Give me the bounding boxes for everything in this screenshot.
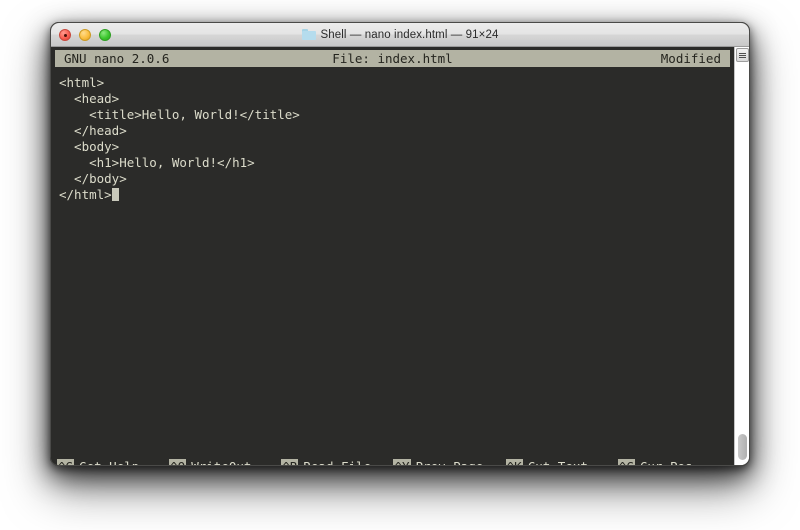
shortcut-label: Prev Page (415, 458, 484, 466)
code-line: <body> (59, 139, 120, 154)
nano-status-bar: GNU nano 2.0.6 File: index.html Modified (55, 50, 730, 67)
shortcut-item[interactable]: ^R Read File (279, 458, 391, 466)
terminal-window: Shell — nano index.html — 91×24 GNU nano… (50, 22, 750, 466)
minimize-button[interactable] (79, 29, 91, 41)
nano-editor[interactable]: GNU nano 2.0.6 File: index.html Modified… (51, 47, 734, 465)
shortcut-label: WriteOut (191, 458, 252, 466)
shortcut-key: ^G (57, 458, 75, 465)
terminal-scrollbar[interactable] (734, 47, 749, 465)
nano-modified-flag: Modified (660, 51, 721, 66)
nano-shortcut-bar: ^G Get Help ^O WriteOut ^R Read File ^Y Prev Pa… (55, 426, 728, 465)
code-line: <h1>Hello, World!</h1> (59, 155, 255, 170)
window-title-group: Shell — nano index.html — 91×24 (51, 29, 749, 41)
shortcut-item[interactable]: ^Y Prev Page (391, 458, 503, 466)
shortcut-key: ^Y (393, 458, 411, 465)
code-line: <head> (59, 91, 120, 106)
lines-icon[interactable] (736, 48, 749, 62)
window-titlebar[interactable]: Shell — nano index.html — 91×24 (51, 23, 749, 47)
code-line: </body> (59, 171, 127, 186)
close-button[interactable] (59, 29, 71, 41)
folder-icon (301, 29, 316, 40)
shortcut-row-primary: ^G Get Help ^O WriteOut ^R Read File ^Y Prev Pa… (55, 458, 728, 466)
window-title: Shell — nano index.html — 91×24 (320, 28, 499, 41)
text-cursor (111, 188, 119, 201)
terminal-body: GNU nano 2.0.6 File: index.html Modified… (51, 47, 749, 465)
shortcut-key: ^K (505, 458, 523, 465)
shortcut-item[interactable]: ^G Get Help (55, 458, 167, 466)
code-line: </html> (59, 187, 728, 203)
code-line: <html> (59, 75, 105, 90)
maximize-button[interactable] (99, 29, 111, 41)
shortcut-label: Cut Text (527, 458, 588, 466)
shortcut-label: Read File (303, 458, 372, 466)
nano-filename: File: index.html (332, 51, 453, 66)
shortcut-label: Get Help (79, 458, 140, 466)
shortcut-key: ^R (281, 458, 299, 465)
code-line: <title>Hello, World!</title> (59, 107, 300, 122)
shortcut-key: ^O (169, 458, 187, 465)
scrollbar-track[interactable] (735, 64, 749, 465)
code-line: </head> (59, 123, 127, 138)
shortcut-item[interactable]: ^C Cur Pos (616, 458, 728, 466)
shortcut-item[interactable]: ^K Cut Text (504, 458, 616, 466)
scrollbar-thumb[interactable] (738, 434, 747, 460)
window-controls (59, 23, 111, 47)
shortcut-key: ^C (617, 458, 635, 465)
screenshot-root: Shell — nano index.html — 91×24 GNU nano… (0, 0, 800, 530)
nano-text-buffer[interactable]: <html> <head> <title>Hello, World!</titl… (59, 75, 728, 408)
shortcut-item[interactable]: ^O WriteOut (167, 458, 279, 466)
shortcut-label: Cur Pos (639, 458, 693, 466)
nano-version: GNU nano 2.0.6 (64, 51, 170, 66)
